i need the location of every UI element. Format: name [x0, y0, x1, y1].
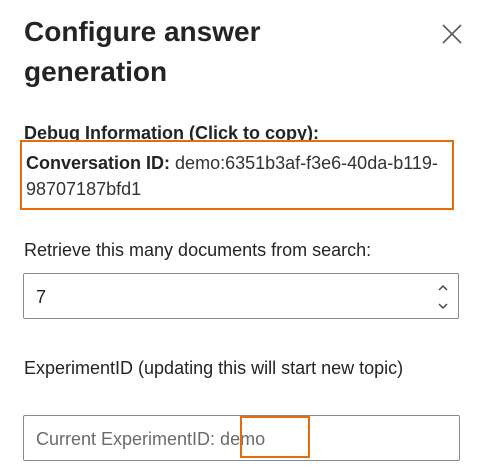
conversation-id-label: Conversation ID:: [26, 153, 171, 173]
increment-button[interactable]: [436, 281, 450, 295]
stepper-arrows: [436, 279, 450, 313]
close-button[interactable]: [438, 20, 466, 48]
panel-title: Configure answer generation: [24, 16, 261, 87]
chevron-up-icon: [438, 285, 448, 291]
experiment-id-placeholder: Current ExperimentID: demo: [36, 429, 266, 449]
configure-panel: Configure answer generation Debug Inform…: [0, 0, 480, 475]
experiment-id-label: ExperimentID (updating this will start n…: [24, 358, 404, 378]
conversation-id-text: Conversation ID: demo:6351b3af-f3e6-40da…: [26, 150, 446, 202]
conversation-id-copy-box[interactable]: Conversation ID: demo:6351b3af-f3e6-40da…: [20, 140, 454, 210]
retrieve-count-value: 7: [36, 287, 47, 307]
retrieve-count-label: Retrieve this many documents from search…: [24, 240, 372, 260]
decrement-button[interactable]: [436, 299, 450, 313]
retrieve-count-stepper[interactable]: 7: [23, 273, 459, 319]
experiment-id-input[interactable]: Current ExperimentID: demo: [23, 415, 460, 461]
chevron-down-icon: [438, 303, 448, 309]
close-icon: [442, 24, 462, 44]
